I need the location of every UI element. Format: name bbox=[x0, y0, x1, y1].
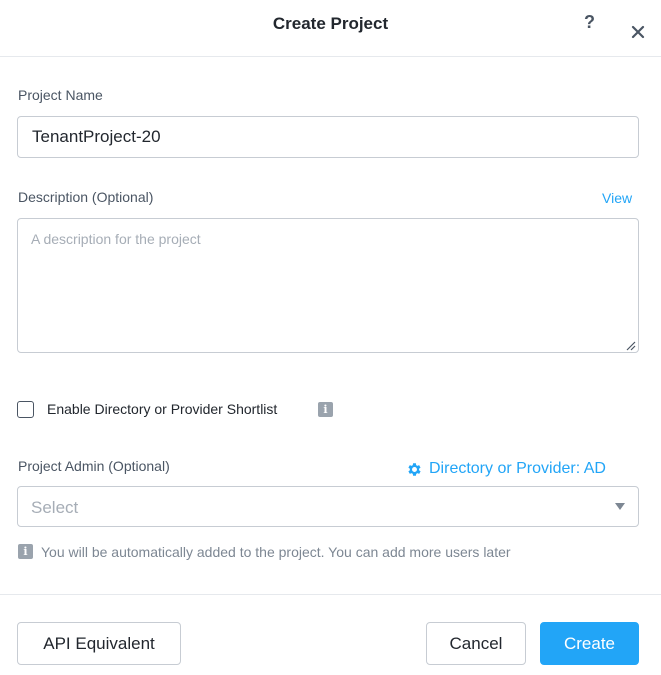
shortlist-checkbox[interactable] bbox=[17, 401, 34, 418]
close-icon[interactable] bbox=[630, 24, 646, 40]
dialog-header: Create Project ? bbox=[0, 0, 661, 57]
info-icon[interactable]: i bbox=[318, 402, 333, 417]
caret-down-icon bbox=[615, 503, 625, 510]
description-view-link[interactable]: View bbox=[602, 190, 632, 206]
dialog-title: Create Project bbox=[272, 14, 389, 33]
hint-info-icon: i bbox=[18, 544, 33, 559]
project-admin-select[interactable]: Select bbox=[17, 486, 639, 527]
project-admin-label: Project Admin (Optional) bbox=[18, 458, 170, 474]
shortlist-label: Enable Directory or Provider Shortlist bbox=[47, 401, 278, 417]
project-name-input[interactable] bbox=[17, 116, 639, 158]
description-textarea[interactable] bbox=[17, 218, 639, 353]
project-name-label: Project Name bbox=[18, 87, 103, 103]
api-equivalent-button[interactable]: API Equivalent bbox=[17, 622, 181, 665]
select-value: Select bbox=[31, 498, 79, 517]
resize-grip-icon[interactable] bbox=[625, 340, 636, 351]
directory-provider-link[interactable]: Directory or Provider: AD bbox=[406, 460, 606, 478]
footer-divider bbox=[0, 594, 661, 595]
description-label: Description (Optional) bbox=[18, 189, 154, 205]
hint-text: You will be automatically added to the p… bbox=[41, 544, 511, 560]
gear-icon bbox=[408, 462, 421, 476]
help-icon[interactable]: ? bbox=[584, 12, 595, 33]
create-button[interactable]: Create bbox=[540, 622, 639, 665]
cancel-button[interactable]: Cancel bbox=[426, 622, 526, 665]
directory-provider-label: Directory or Provider: AD bbox=[429, 460, 606, 477]
